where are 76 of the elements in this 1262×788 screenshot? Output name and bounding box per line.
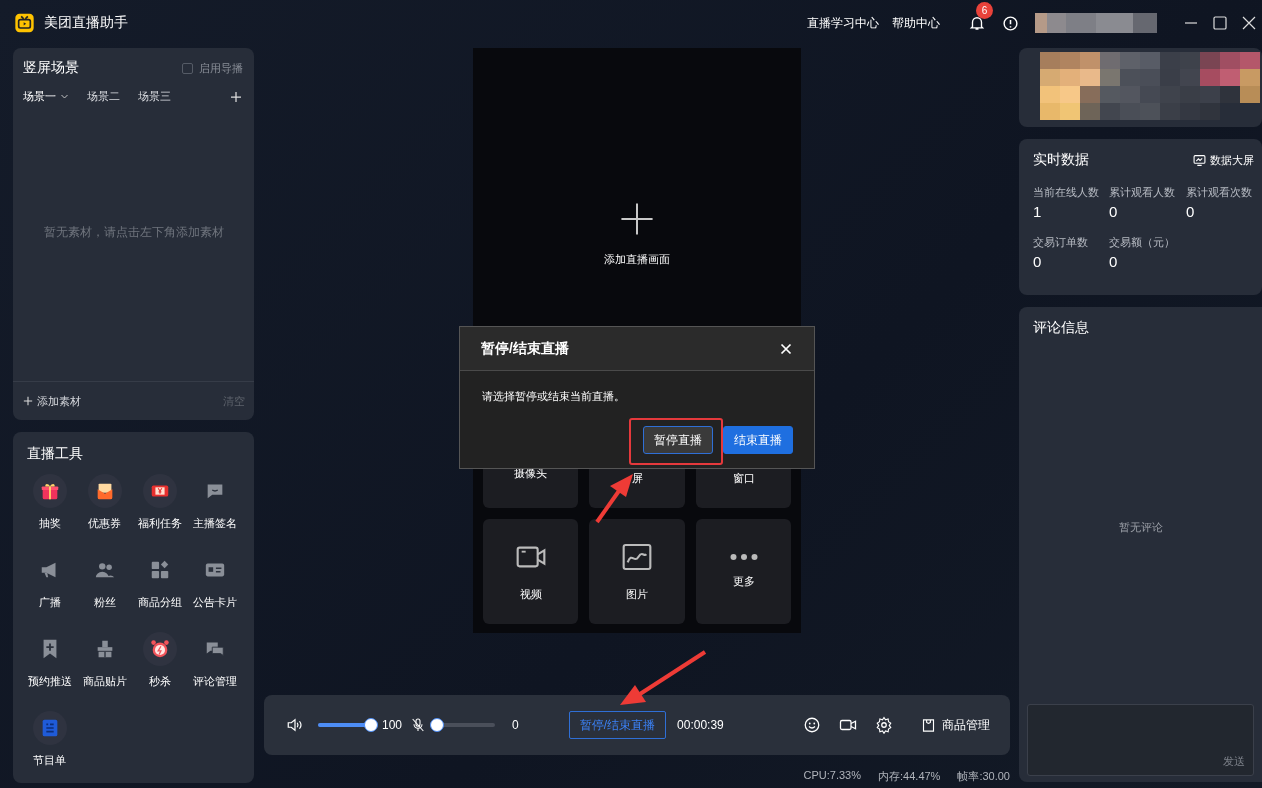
add-material-link[interactable]: 添加素材	[23, 393, 223, 409]
header-link[interactable]: 直播学习中心	[807, 14, 879, 32]
tool-item[interactable]: 评论管理	[187, 632, 242, 711]
bell-icon[interactable]	[968, 14, 986, 32]
data-screen-link[interactable]: 数据大屏	[1193, 152, 1254, 168]
pause-stream-button[interactable]: 暂停直播	[643, 426, 713, 454]
status-text: CPU:7.33%	[803, 769, 862, 783]
director-checkbox[interactable]: 启用导播	[182, 60, 243, 76]
panel-title: 实时数据	[1033, 151, 1090, 169]
scene-tab[interactable]: 场景一	[23, 89, 69, 104]
muted-microphone-icon[interactable]	[410, 717, 427, 733]
stat-value: 1	[1033, 203, 1043, 220]
stat-label: 累计观看次数	[1186, 185, 1253, 200]
plus-icon	[620, 202, 654, 236]
tool-item[interactable]: 秒杀	[132, 632, 187, 711]
app-logo-icon	[14, 13, 35, 33]
plus-icon	[23, 396, 33, 406]
info-icon[interactable]	[1002, 14, 1019, 32]
maximize-icon[interactable]	[1212, 15, 1228, 31]
stat-label: 当前在线人数	[1033, 185, 1100, 200]
chevron-down-icon	[60, 92, 69, 101]
tool-item[interactable]: 节目单	[22, 711, 77, 788]
source-tile[interactable]: 视频	[483, 519, 578, 624]
tool-item[interactable]: 福利任务	[132, 474, 187, 553]
stream-timer: 00:00:39	[677, 718, 724, 732]
volume-reading: 100	[382, 718, 403, 732]
annotation-arrow	[595, 474, 633, 524]
tool-item[interactable]: 抽奖	[22, 474, 77, 553]
tool-item[interactable]: 主播签名	[187, 474, 242, 553]
app-title: 美团直播助手	[44, 14, 128, 32]
dialog-title: 暂停/结束直播	[481, 339, 570, 358]
tool-item[interactable]: 优惠券	[77, 474, 132, 553]
source-tile[interactable]: 图片	[589, 519, 685, 624]
stat-value: 0	[1033, 253, 1043, 270]
shopping-bag-icon	[921, 717, 936, 733]
status-text: 内存:44.47%	[878, 769, 941, 784]
speaker-icon[interactable]	[286, 716, 304, 734]
comment-input-field[interactable]: 发送	[1027, 704, 1254, 776]
send-button[interactable]: 发送	[1223, 754, 1245, 769]
stat-value: 0	[1186, 203, 1196, 220]
alarm-clock-icon	[148, 638, 171, 660]
panel-title: 竖屏场景	[23, 59, 80, 77]
status-text: 帧率:30.00	[957, 769, 1010, 784]
tool-item[interactable]: 商品贴片	[77, 632, 132, 711]
stat-label: 累计观看人数	[1109, 185, 1176, 200]
tool-item[interactable]: 广播	[22, 553, 77, 632]
stat-label: 交易订单数	[1033, 235, 1089, 250]
add-scene-button[interactable]: 添加直播画面	[604, 202, 670, 267]
stop-stream-button[interactable]: 暂停/结束直播	[568, 711, 667, 739]
volume-reading: 0	[512, 718, 519, 732]
stat-label: 交易额（元）	[1109, 235, 1176, 250]
stat-value: 0	[1109, 253, 1119, 270]
stat-value: 0	[1109, 203, 1119, 220]
settings-icon[interactable]	[875, 716, 893, 734]
product-management-button[interactable]: 商品管理	[921, 716, 990, 734]
scene-tab[interactable]: 场景三	[138, 89, 171, 104]
scene-tab[interactable]: 场景二	[87, 89, 120, 104]
tool-item[interactable]: 公告卡片	[187, 553, 242, 632]
add-scene-icon[interactable]	[230, 90, 242, 103]
panel-title: 评论信息	[1033, 319, 1090, 337]
dialog-message: 请选择暂停或结束当前直播。	[482, 389, 626, 404]
end-stream-button[interactable]: 结束直播	[723, 426, 793, 454]
header-link[interactable]: 帮助中心	[892, 14, 940, 32]
more-icon	[729, 554, 758, 560]
empty-message: 暂无素材，请点击左下角添加素材	[43, 224, 224, 241]
tool-item[interactable]: 粉丝	[77, 553, 132, 632]
image-icon	[621, 541, 653, 573]
close-icon[interactable]	[1241, 15, 1257, 31]
tool-item[interactable]: 商品分组	[132, 553, 187, 632]
tool-item[interactable]: 预约推送	[22, 632, 77, 711]
source-tile[interactable]: 更多	[696, 519, 791, 624]
smiley-icon[interactable]	[803, 716, 821, 734]
monitor-chart-icon	[1193, 153, 1206, 167]
empty-message: 暂无评论	[1118, 520, 1163, 535]
notification-badge: 6	[976, 2, 993, 19]
panel-title: 直播工具	[27, 445, 83, 463]
